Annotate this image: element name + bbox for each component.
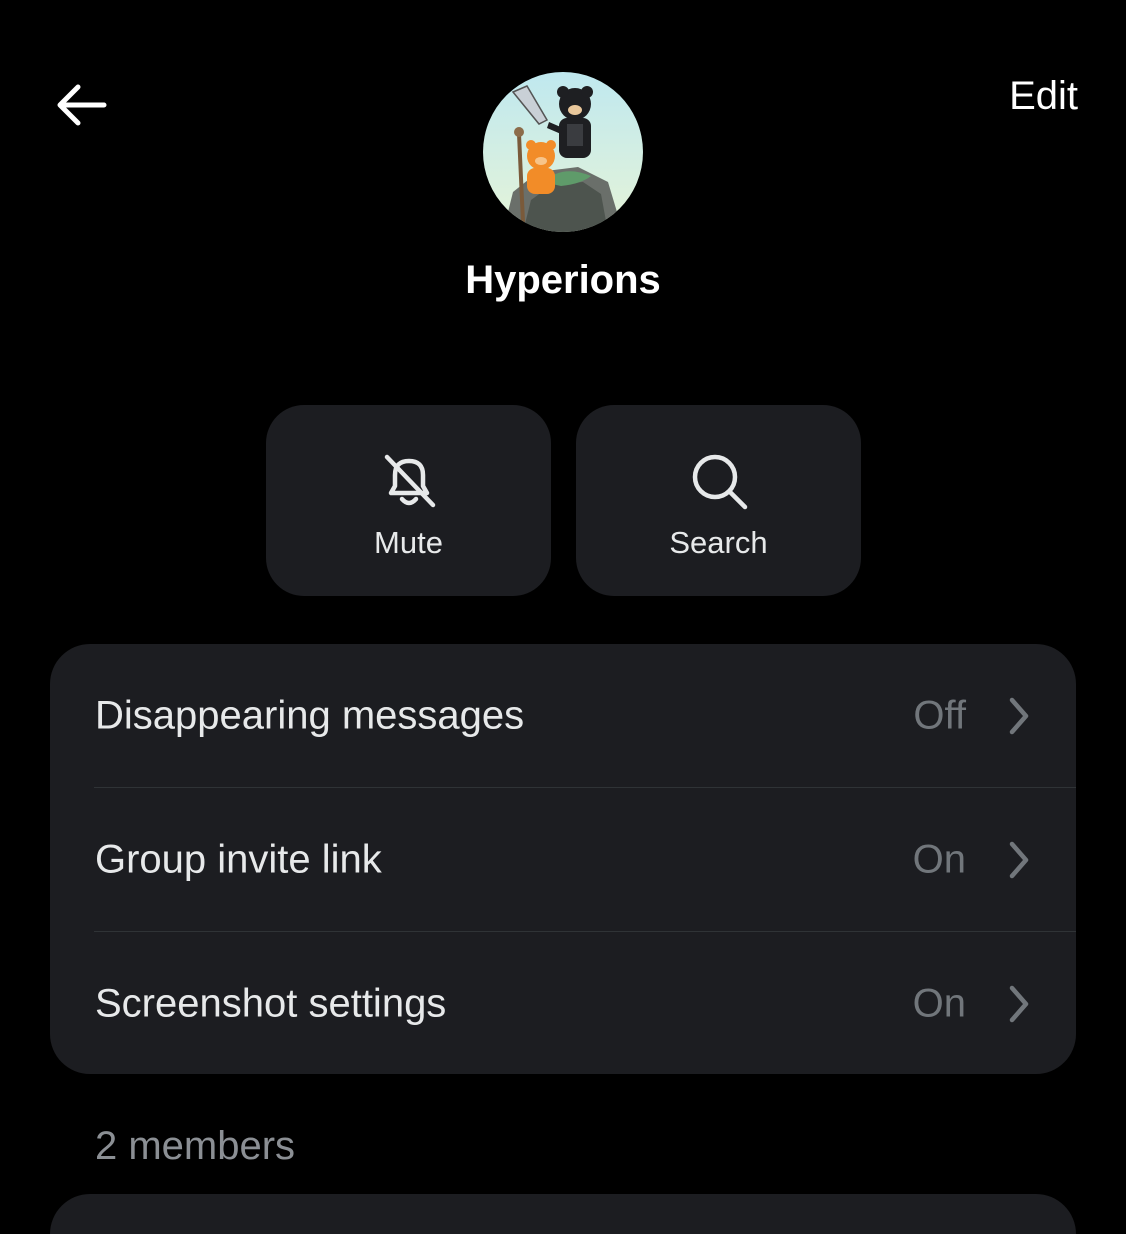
arrow-left-icon (57, 84, 107, 126)
members-heading: 2 members (95, 1124, 296, 1168)
chevron-right-icon (1009, 841, 1029, 879)
settings-card: Disappearing messages Off Group invite l… (50, 644, 1076, 1074)
setting-row-group-invite-link[interactable]: Group invite link On (50, 788, 1076, 932)
chevron-right-icon (1009, 985, 1029, 1023)
edit-button[interactable]: Edit (1009, 74, 1078, 119)
setting-row-screenshot-settings[interactable]: Screenshot settings On (50, 932, 1076, 1074)
setting-value: On (912, 981, 966, 1026)
bell-off-icon (384, 454, 435, 508)
back-button[interactable] (50, 78, 112, 132)
search-label: Search (669, 525, 768, 560)
mute-button[interactable]: Mute (266, 405, 551, 596)
setting-label: Screenshot settings (95, 981, 447, 1026)
members-card (50, 1194, 1076, 1234)
setting-label: Disappearing messages (95, 693, 525, 738)
setting-value: On (912, 837, 966, 882)
setting-value: Off (913, 693, 966, 738)
group-name: Hyperions (465, 258, 661, 302)
group-avatar-image (483, 72, 643, 232)
setting-label: Group invite link (95, 837, 382, 882)
avatar[interactable] (483, 72, 643, 232)
search-icon (692, 454, 747, 510)
chevron-right-icon (1009, 697, 1029, 735)
search-button[interactable]: Search (576, 405, 861, 596)
setting-row-disappearing-messages[interactable]: Disappearing messages Off (50, 644, 1076, 788)
mute-label: Mute (374, 525, 443, 560)
